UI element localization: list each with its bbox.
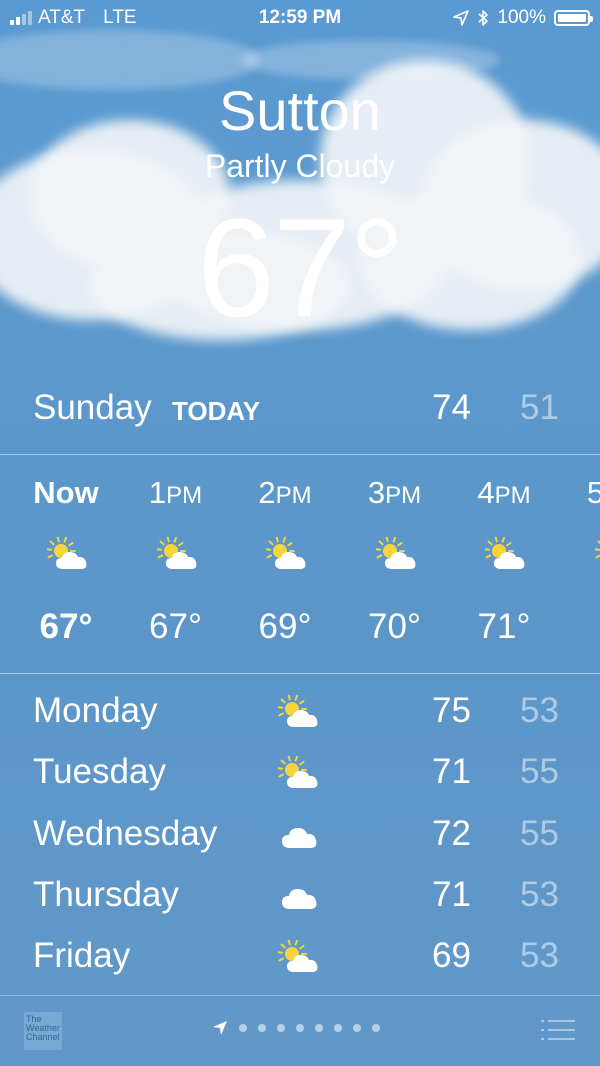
daily-low: 55 [520,752,559,792]
hourly-item: 5PM 7 [559,455,600,673]
today-day: Sunday [33,388,152,427]
hourly-item: 1PM 67° [121,455,231,673]
hourly-temperature: 71° [477,607,531,646]
city-name: Sutton [219,79,381,142]
page-dot[interactable] [315,1024,323,1032]
daily-high: 71 [432,874,471,914]
today-summary: Sunday TODAY 74 51 [0,385,600,435]
cloud-icon [278,818,322,854]
hourly-item: Now 67° [11,455,121,673]
page-dot[interactable] [334,1024,342,1032]
page-dot[interactable] [258,1024,266,1032]
hourly-forecast[interactable]: Now 67° 1PM 67° 2PM 69° 3PM 70° 4PM 71° 5PM 7 [0,455,600,673]
city-list-icon[interactable] [540,1018,576,1042]
daily-row: Wednesday 72 55 [0,808,600,869]
daily-row: Monday 75 53 [0,685,600,746]
daily-row: Thursday 71 53 [0,869,600,930]
hourly-time: 1PM [148,475,203,510]
daily-day: Wednesday [33,813,218,853]
hourly-item: 3PM 70° [340,455,450,673]
hourly-time: 5PM [586,475,600,510]
daily-row: Friday 69 53 [0,930,600,991]
hourly-time: 2PM [258,475,312,510]
hourly-time: Now [33,475,99,510]
daily-high: 72 [432,813,471,853]
bottom-toolbar: The Weather Channel [0,996,600,1066]
daily-low: 53 [520,874,559,914]
daily-forecast[interactable]: Monday 75 53 Tuesday 71 55 Wednesday 72 55 Thursd… [0,685,600,991]
location-arrow-icon [213,1021,227,1035]
today-low: 51 [520,388,559,427]
daily-low: 55 [520,813,559,853]
partly-cloudy-icon [277,755,322,792]
cloud-icon [278,879,322,915]
today-high: 74 [432,388,471,427]
daily-high: 69 [432,936,471,976]
current-condition: Partly Cloudy [204,148,396,184]
hourly-temperature: 69° [258,607,312,646]
daily-high: 71 [432,752,471,792]
weather-channel-logo[interactable]: The Weather Channel [24,1012,62,1050]
battery-percent: 100% [497,7,546,28]
page-dot[interactable] [372,1024,380,1032]
page-indicator[interactable] [212,1020,380,1036]
status-bar: AT&T LTE 12:59 PM 100% [0,0,600,34]
divider [0,673,600,674]
current-temperature: 67° [197,189,405,346]
daily-high: 75 [432,691,471,730]
daily-day: Monday [33,691,158,730]
partly-cloudy-icon [155,536,201,573]
hourly-temperature: 67° [149,607,202,646]
battery-icon [554,10,593,26]
partly-cloudy-icon [46,536,91,573]
partly-cloudy-icon [374,536,420,573]
today-label: TODAY [172,396,261,426]
daily-low: 53 [520,691,559,730]
hourly-time: 3PM [367,475,422,510]
page-dot[interactable] [296,1024,304,1032]
partly-cloudy-icon [277,939,322,976]
hourly-item: 4PM 71° [449,455,559,673]
partly-cloudy-icon [484,536,529,573]
daily-day: Friday [33,936,131,976]
hourly-time: 4PM [477,475,531,510]
page-dot[interactable] [277,1024,285,1032]
hourly-item: 2PM 69° [230,455,340,673]
daily-row: Tuesday 71 55 [0,746,600,807]
hourly-temperature: 7 [559,607,600,647]
hourly-temperature: 70° [368,607,421,646]
partly-cloudy-icon [265,536,310,573]
location-arrow-icon [453,10,470,26]
daily-day: Thursday [33,874,179,914]
hourly-temperature: 67° [39,607,93,646]
partly-cloudy-icon [593,537,600,573]
daily-low: 53 [520,936,559,976]
partly-cloudy-icon [277,694,322,731]
bluetooth-icon [478,10,489,26]
page-dot[interactable] [239,1024,247,1032]
page-dot[interactable] [353,1024,361,1032]
daily-day: Tuesday [33,752,166,792]
